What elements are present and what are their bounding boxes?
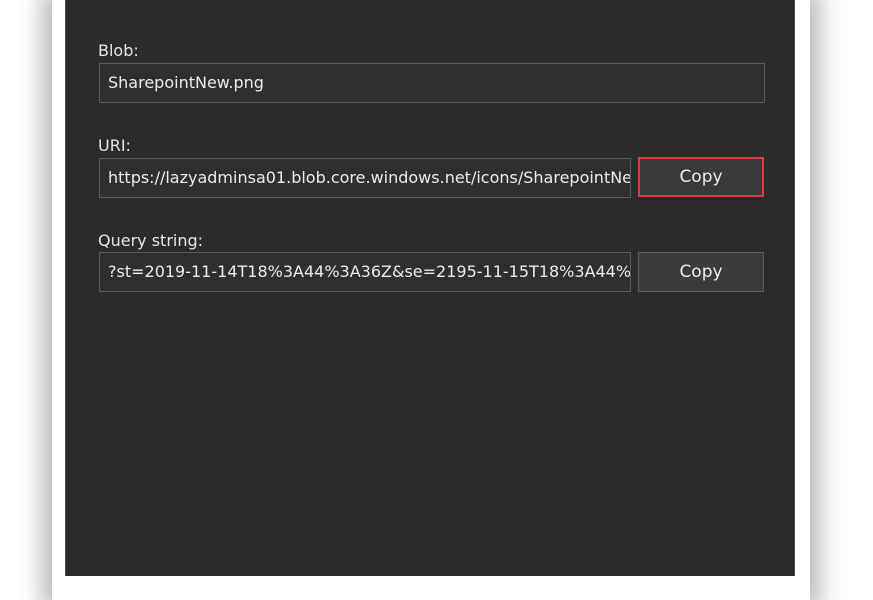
- uri-label: URI:: [98, 136, 131, 155]
- uri-field[interactable]: https://lazyadminsa01.blob.core.windows.…: [99, 158, 631, 198]
- blob-name-field[interactable]: SharepointNew.png: [99, 63, 765, 103]
- copy-uri-button[interactable]: Copy: [638, 157, 764, 197]
- copy-query-string-button[interactable]: Copy: [638, 252, 764, 292]
- blob-label: Blob:: [98, 41, 139, 60]
- query-string-label: Query string:: [98, 231, 204, 250]
- query-string-field[interactable]: ?st=2019-11-14T18%3A44%3A36Z&se=2195-11-…: [99, 252, 631, 292]
- shared-access-signature-dialog: Blob: SharepointNew.png URI: https://laz…: [65, 0, 795, 576]
